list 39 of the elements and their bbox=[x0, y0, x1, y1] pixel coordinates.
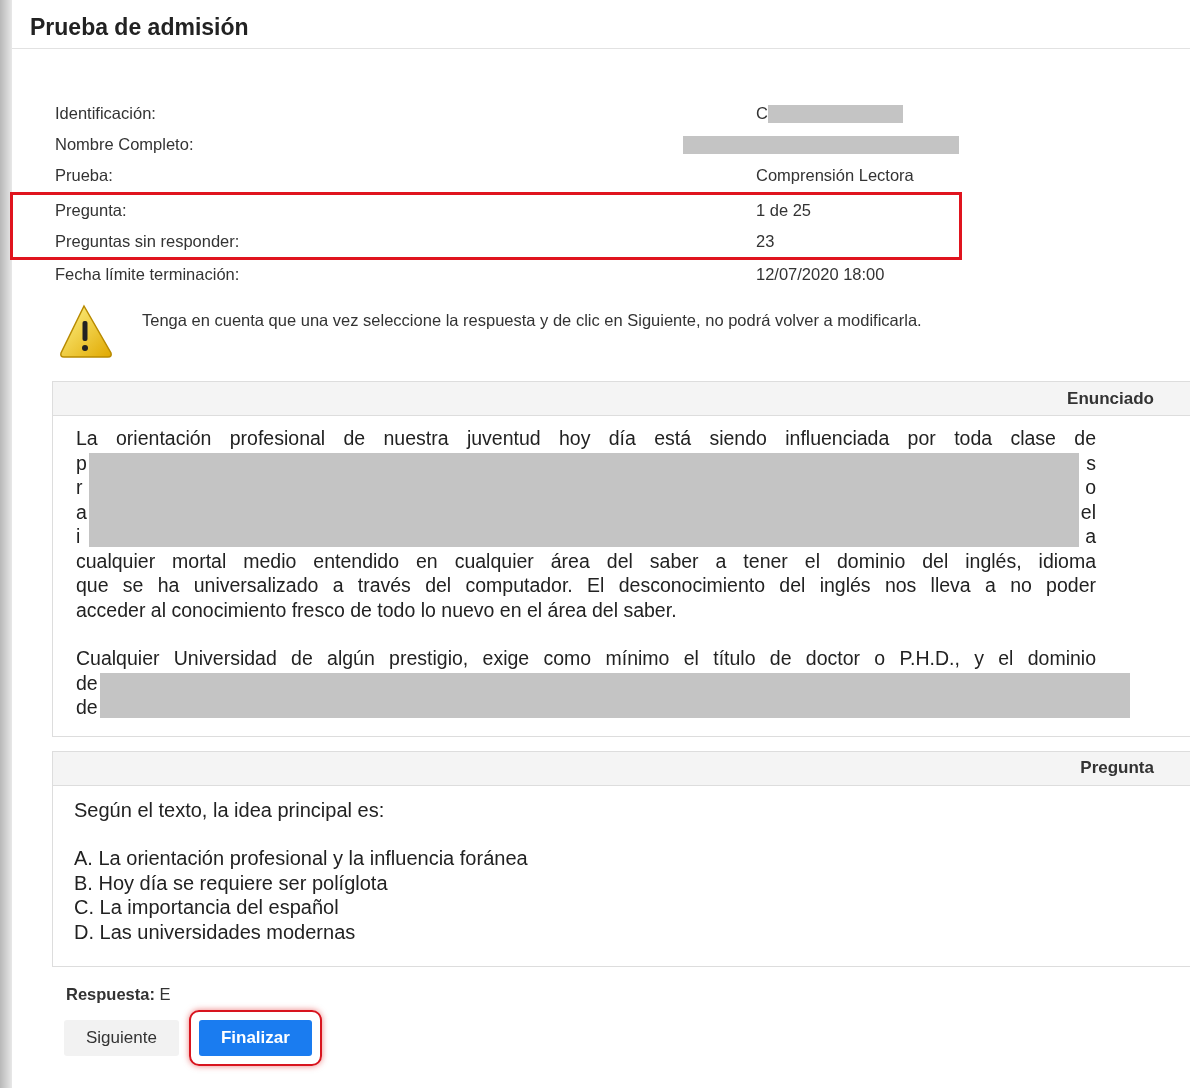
answer-option: B. Hoy día se requiere ser políglota bbox=[74, 871, 388, 894]
field-label: Pregunta: bbox=[55, 201, 128, 220]
passage-fragment: el bbox=[1080, 499, 1096, 524]
passage-line: acceder al conocimiento fresco de todo lo nuevo en el área del saber. bbox=[76, 597, 678, 622]
passage-fragment: de bbox=[76, 670, 98, 695]
answer-option: C. La importancia del español bbox=[74, 896, 339, 918]
finish-button[interactable]: Finalizar bbox=[198, 1020, 312, 1056]
panel-header: Pregunta bbox=[1080, 758, 1154, 778]
page-title: Prueba de admisión bbox=[12, 0, 1190, 49]
passage-line: La orientación profesional de nuestra juventud hoy día está siendo influenciada por toda clase de bbox=[76, 426, 1096, 451]
passage-line: que se ha universalizado a través del computador. El desconocimiento del inglés nos lleva a no poder bbox=[76, 573, 1096, 598]
answer-option: A. La orientación profesional y la influencia foránea bbox=[74, 847, 528, 869]
field-value: C bbox=[756, 104, 768, 123]
answer-label: Respuesta: E bbox=[66, 985, 171, 1003]
warning-icon bbox=[58, 303, 114, 359]
passage-fragment: a bbox=[1085, 524, 1096, 549]
answer-option: D. Las universidades modernas bbox=[74, 920, 356, 943]
passage-fragment: r bbox=[76, 475, 83, 500]
passage-fragment: i bbox=[76, 524, 81, 549]
field-label: Nombre Completo: bbox=[55, 135, 195, 154]
passage-fragment: o bbox=[1085, 475, 1096, 500]
panel-header: Enunciado bbox=[1067, 388, 1154, 409]
field-label: Identificación: bbox=[55, 104, 157, 123]
passage-line: cualquier mortal medio entendido en cualquier área del saber a tener el dominio del inglés, idioma bbox=[76, 548, 1096, 573]
field-label: Prueba: bbox=[55, 166, 114, 185]
question-prompt: Según el texto, la idea principal es: bbox=[74, 797, 386, 822]
warning-text: Tenga en cuenta que una vez seleccione la respuesta y de clic en Siguiente, no podrá volver a modificarla. bbox=[142, 311, 922, 330]
field-value: 12/07/2020 18:00 bbox=[756, 265, 885, 284]
field-value: 1 de 25 bbox=[756, 201, 812, 220]
passage-fragment: p bbox=[76, 450, 87, 475]
passage-fragment: de bbox=[76, 695, 98, 720]
passage-fragment: s bbox=[1086, 450, 1096, 475]
next-button[interactable]: Siguiente bbox=[64, 1020, 179, 1056]
field-label: Preguntas sin responder: bbox=[55, 232, 241, 251]
passage-line: Cualquier Universidad de algún prestigio, exige como mínimo el título de doctor o P.H.D., y el dominio bbox=[76, 646, 1096, 671]
field-value: 23 bbox=[756, 232, 775, 251]
passage-fragment: a bbox=[76, 499, 87, 524]
field-value: Comprensión Lectora bbox=[756, 166, 914, 185]
field-label: Fecha límite terminación: bbox=[55, 265, 241, 284]
